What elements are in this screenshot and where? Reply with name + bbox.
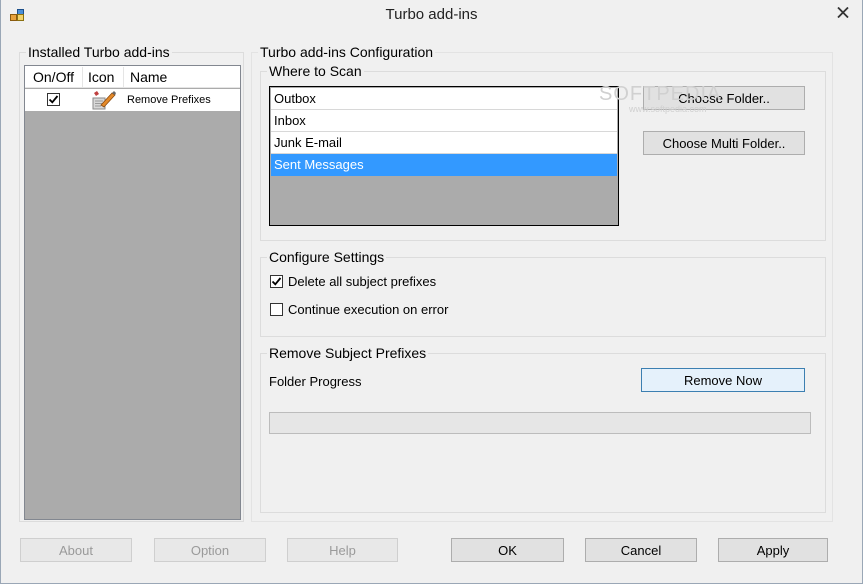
- checkmark-icon: [48, 95, 59, 104]
- addin-list-header: On/Off Icon Name: [25, 66, 240, 88]
- apply-button[interactable]: Apply: [718, 538, 828, 562]
- ok-button[interactable]: OK: [451, 538, 564, 562]
- addin-name: Remove Prefixes: [127, 94, 211, 106]
- remove-prefixes-title: Remove Subject Prefixes: [267, 345, 429, 361]
- folder-item-outbox[interactable]: Outbox: [271, 88, 617, 110]
- addin-row-remove-prefixes[interactable]: Remove Prefixes: [25, 89, 240, 111]
- delete-prefixes-checkbox[interactable]: [270, 275, 283, 288]
- cancel-button[interactable]: Cancel: [585, 538, 697, 562]
- remove-prefixes-group: Remove Subject Prefixes Folder Progress …: [260, 345, 826, 513]
- brush-icon: [92, 90, 116, 113]
- checkmark-icon: [271, 277, 282, 286]
- help-button[interactable]: Help: [287, 538, 398, 562]
- addin-list[interactable]: On/Off Icon Name Remove Prefixes: [24, 65, 241, 520]
- configure-settings-title: Configure Settings: [267, 249, 387, 265]
- folder-progress-bar: [269, 412, 811, 434]
- folder-list[interactable]: Outbox Inbox Junk E-mail Sent Messages: [269, 86, 619, 226]
- window-title: Turbo add-ins: [385, 6, 478, 23]
- option-button[interactable]: Option: [154, 538, 266, 562]
- choose-folder-button[interactable]: Choose Folder..: [643, 86, 805, 110]
- folder-progress-label: Folder Progress: [269, 374, 362, 389]
- configure-settings-group: Configure Settings Delete all subject pr…: [260, 249, 826, 337]
- remove-now-button[interactable]: Remove Now: [641, 368, 805, 392]
- continue-on-error-checkbox[interactable]: [270, 303, 283, 316]
- close-button[interactable]: [828, 1, 858, 23]
- addin-enabled-checkbox[interactable]: [47, 93, 60, 106]
- folder-item-inbox[interactable]: Inbox: [271, 110, 617, 132]
- where-to-scan-title: Where to Scan: [267, 63, 364, 79]
- configuration-title: Turbo add-ins Configuration: [258, 44, 436, 60]
- about-button[interactable]: About: [20, 538, 132, 562]
- installed-addins-title: Installed Turbo add-ins: [26, 44, 172, 60]
- main-window: Turbo add-ins Installed Turbo add-ins On…: [0, 0, 863, 584]
- folder-item-sent-messages[interactable]: Sent Messages: [271, 154, 617, 176]
- close-icon: [837, 6, 849, 18]
- column-header-name[interactable]: Name: [130, 69, 167, 85]
- continue-on-error-label: Continue execution on error: [288, 302, 449, 317]
- where-to-scan-group: Where to Scan Outbox Inbox Junk E-mail S…: [260, 63, 826, 241]
- folder-item-junk-email[interactable]: Junk E-mail: [271, 132, 617, 154]
- title-bar: Turbo add-ins: [1, 0, 862, 31]
- choose-multi-folder-button[interactable]: Choose Multi Folder..: [643, 131, 805, 155]
- configuration-group: Turbo add-ins Configuration Where to Sca…: [251, 44, 833, 522]
- column-header-onoff[interactable]: On/Off: [33, 69, 74, 85]
- delete-prefixes-label: Delete all subject prefixes: [288, 274, 437, 289]
- column-header-icon[interactable]: Icon: [88, 69, 114, 85]
- installed-addins-group: Installed Turbo add-ins On/Off Icon Name: [19, 44, 244, 522]
